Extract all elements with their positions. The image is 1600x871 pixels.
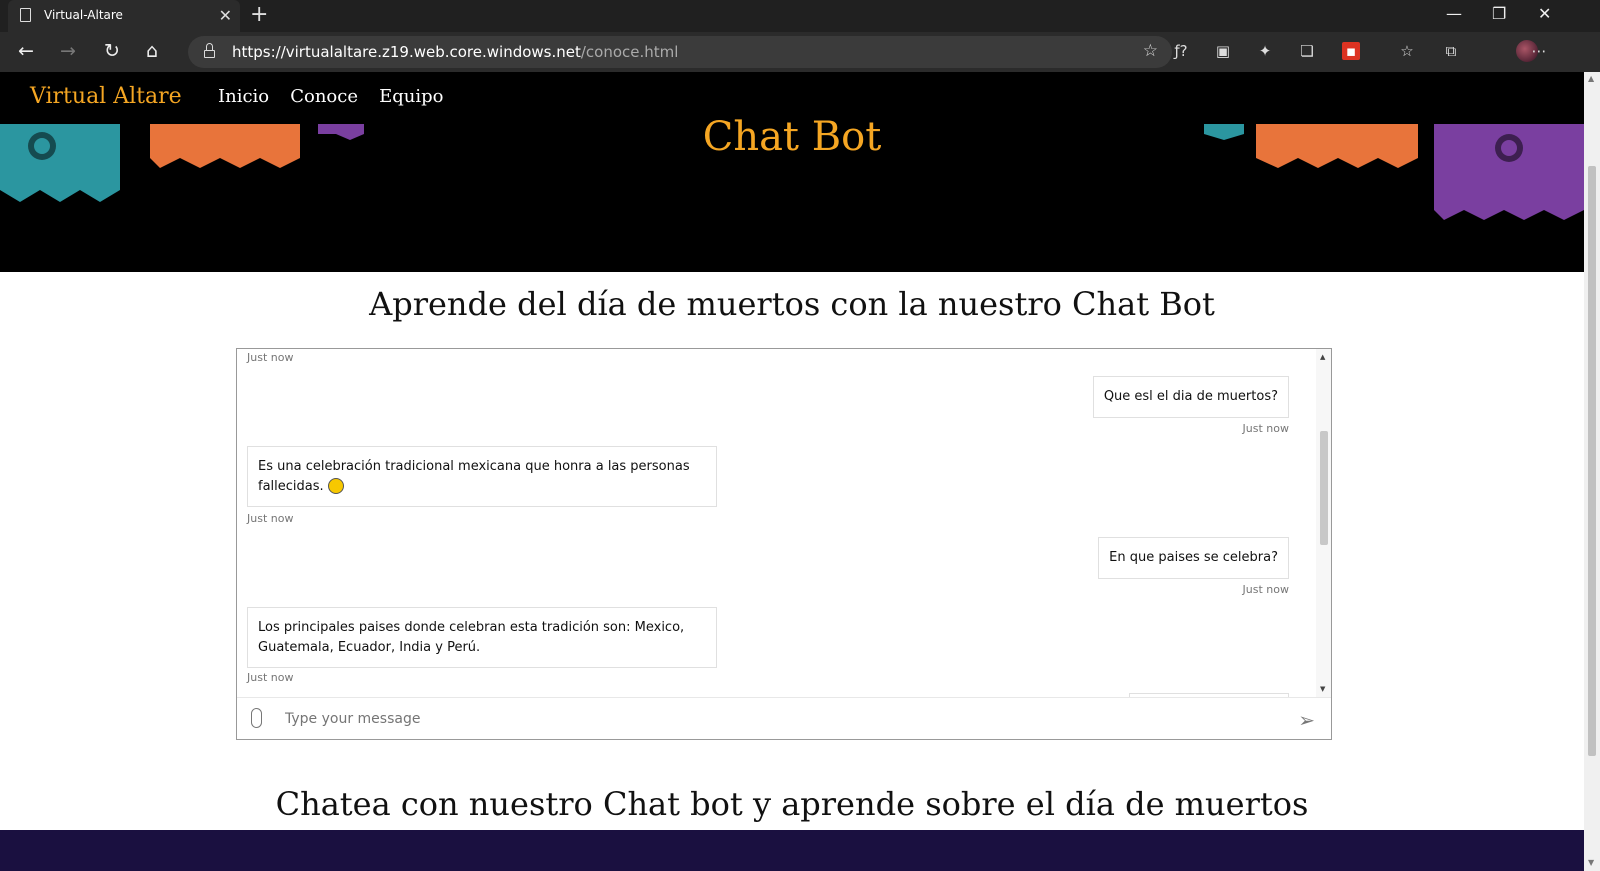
page-scrollbar[interactable]: ▲ ▼ (1584, 72, 1600, 871)
home-icon[interactable]: ⌂ (146, 40, 158, 62)
collections-icon[interactable]: ⧉ (1442, 42, 1460, 60)
footer-band (0, 830, 1584, 871)
tab-bar: Virtual-Altare ✕ + — ❐ ✕ (0, 0, 1600, 32)
chat-scroll-thumb[interactable] (1320, 431, 1328, 545)
chat-transcript: Just now Que esl el dia de muertos? Just… (237, 349, 1317, 697)
close-window-icon[interactable]: ✕ (1538, 4, 1551, 23)
site-nav: Inicio Conoce Equipo (218, 86, 459, 107)
section-title-2: Chatea con nuestro Chat bot y aprende so… (275, 785, 1309, 823)
page-scroll-up-icon[interactable]: ▲ (1588, 74, 1594, 83)
favorite-star-icon[interactable]: ☆ (1143, 41, 1158, 61)
message-timestamp: Just now (247, 512, 294, 525)
chat-widget: Just now Que esl el dia de muertos? Just… (236, 348, 1332, 740)
page-viewport: Virtual Altare Inicio Conoce Equipo Chat… (0, 72, 1584, 871)
address-bar: ← → ↻ ⌂ https://virtualaltare.z19.web.co… (0, 32, 1600, 72)
collections-ext-icon[interactable]: ❏ (1298, 42, 1316, 60)
red-extension-icon[interactable]: ▪ (1342, 42, 1360, 60)
message-input[interactable] (285, 708, 1265, 730)
scroll-up-icon[interactable]: ▲ (1320, 353, 1325, 361)
hero-header: Virtual Altare Inicio Conoce Equipo Chat… (0, 72, 1584, 272)
page-icon (20, 8, 31, 22)
formula-icon[interactable]: ƒ? (1172, 42, 1190, 60)
message-timestamp: Just now (1242, 422, 1289, 435)
chat-input-bar: ➢ (237, 697, 1331, 739)
scroll-down-icon[interactable]: ▼ (1320, 685, 1325, 693)
restore-icon[interactable]: ❐ (1492, 4, 1506, 23)
new-tab-icon[interactable]: + (250, 2, 268, 27)
nav-inicio[interactable]: Inicio (218, 86, 269, 107)
hero-title: Chat Bot (702, 114, 882, 160)
chat-scrollbar[interactable]: ▲ ▼ (1316, 349, 1331, 697)
section-title: Aprende del día de muertos con la nuestr… (369, 285, 1215, 323)
bot-message: Es una celebración tradicional mexicana … (247, 446, 717, 507)
more-menu-icon[interactable]: ⋯ (1530, 42, 1548, 60)
back-icon[interactable]: ← (18, 40, 34, 62)
page-scroll-thumb[interactable] (1588, 166, 1596, 756)
url-field[interactable]: https://virtualaltare.z19.web.core.windo… (188, 36, 1172, 68)
send-icon[interactable]: ➢ (1298, 708, 1315, 732)
url-host: https://virtualaltare.z19.web.core.windo… (232, 43, 581, 61)
reader-icon[interactable]: ▣ (1214, 42, 1232, 60)
bot-message-text: Es una celebración tradicional mexicana … (258, 459, 690, 494)
page-scroll-down-icon[interactable]: ▼ (1588, 858, 1594, 867)
site-brand[interactable]: Virtual Altare (30, 84, 182, 109)
user-message: En que paises se celebra? (1098, 537, 1289, 579)
refresh-icon[interactable]: ↻ (104, 40, 120, 62)
message-timestamp: Just now (247, 671, 294, 684)
nav-conoce[interactable]: Conoce (290, 86, 358, 107)
url-path: /conoce.html (580, 43, 679, 61)
user-message: Que esl el dia de muertos? (1092, 376, 1289, 418)
grinning-emoji-icon (327, 478, 344, 494)
message-timestamp: Just now (247, 351, 294, 364)
tab-title: Virtual-Altare (44, 8, 123, 22)
nav-equipo[interactable]: Equipo (379, 86, 443, 107)
paperclip-icon[interactable] (251, 708, 262, 728)
tab-active[interactable]: Virtual-Altare ✕ (8, 0, 240, 32)
extension-icon[interactable]: ✦ (1256, 42, 1274, 60)
forward-icon[interactable]: → (60, 40, 76, 62)
message-timestamp: Just now (1242, 583, 1289, 596)
favorites-icon[interactable]: ☆ (1398, 42, 1416, 60)
minimize-icon[interactable]: — (1446, 4, 1462, 23)
bot-message: Los principales paises donde celebran es… (247, 607, 717, 668)
close-tab-icon[interactable]: ✕ (219, 6, 232, 25)
